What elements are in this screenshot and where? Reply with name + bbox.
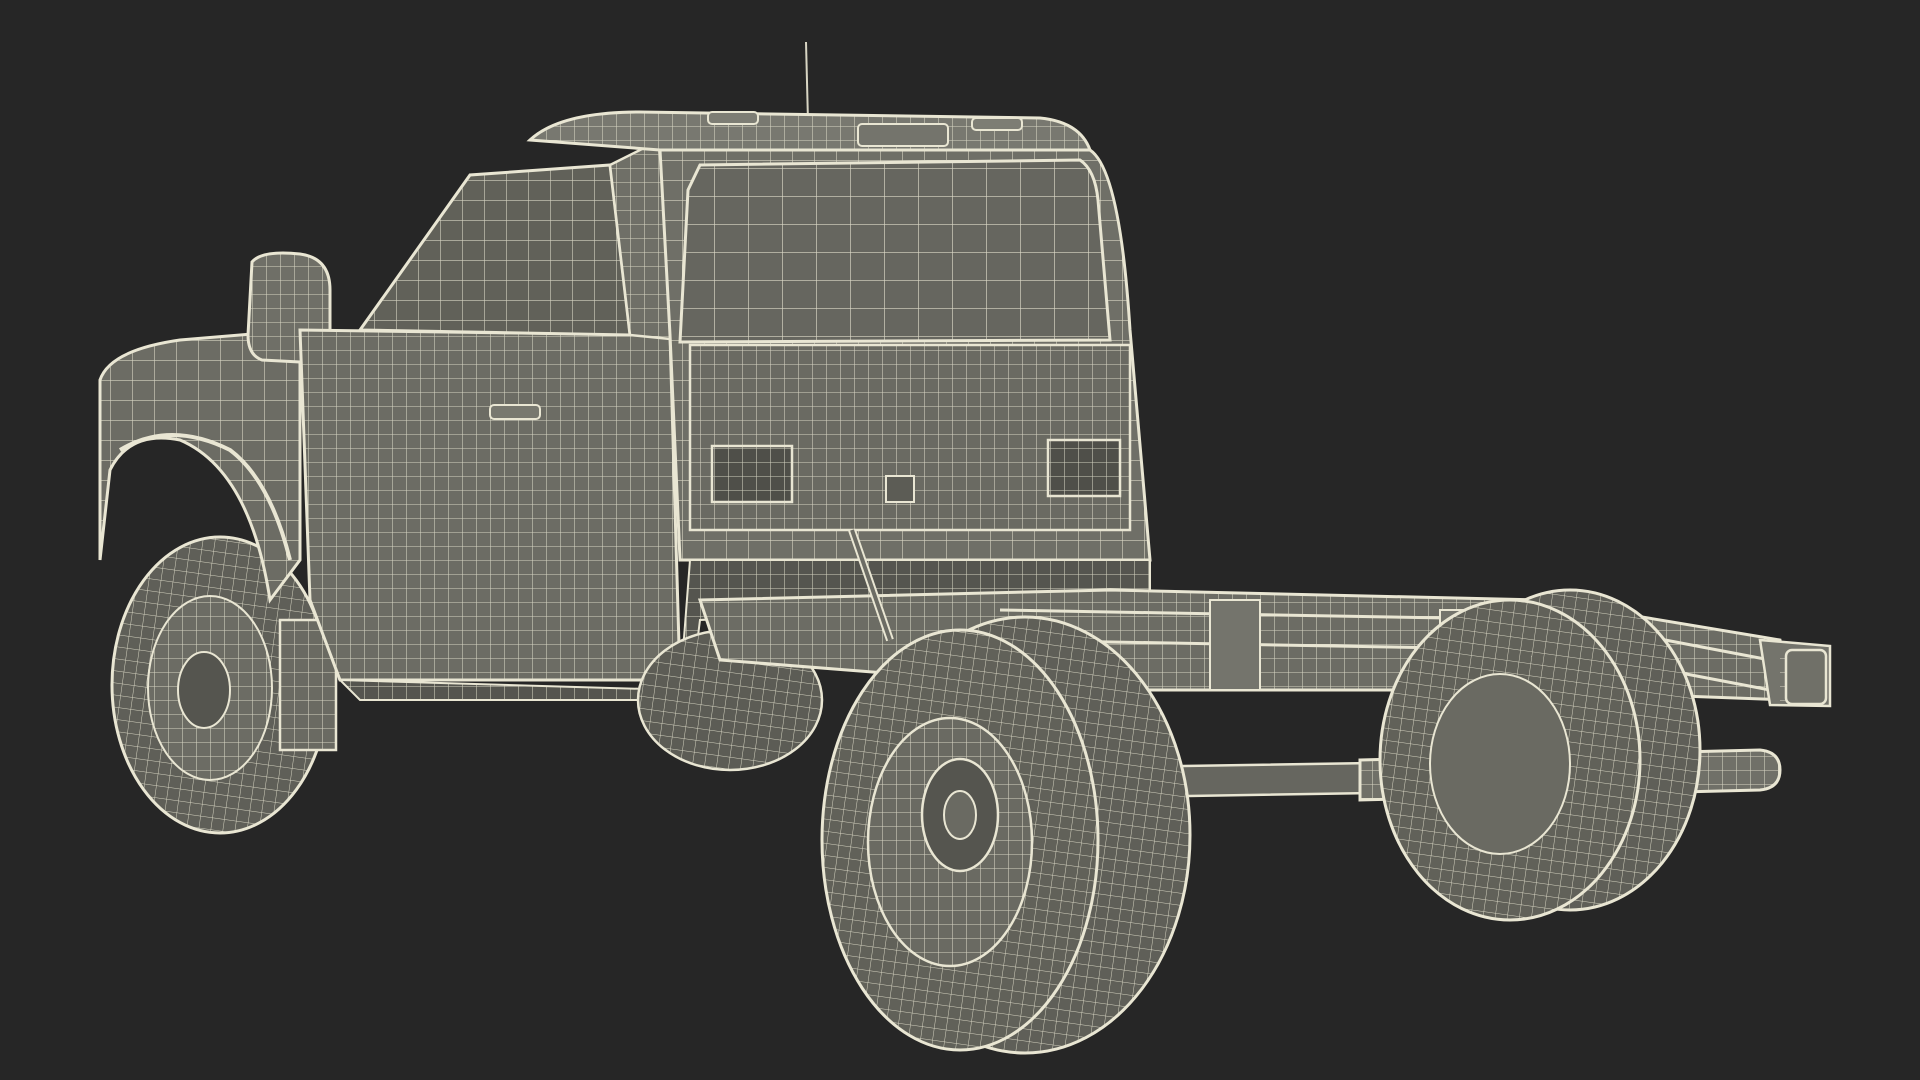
side-window bbox=[357, 138, 682, 342]
antenna bbox=[805, 41, 809, 123]
render-viewport bbox=[0, 0, 1920, 1080]
truck-chassis-wireframe-render bbox=[98, 41, 1832, 1055]
cab-side-doors bbox=[298, 328, 682, 682]
rear-window bbox=[678, 158, 1112, 344]
cab-roof bbox=[526, 110, 1093, 152]
rear-left-dual-wheels bbox=[820, 615, 1192, 1055]
cab-back-panel bbox=[688, 343, 1132, 532]
rear-right-dual-wheels bbox=[1378, 588, 1702, 922]
